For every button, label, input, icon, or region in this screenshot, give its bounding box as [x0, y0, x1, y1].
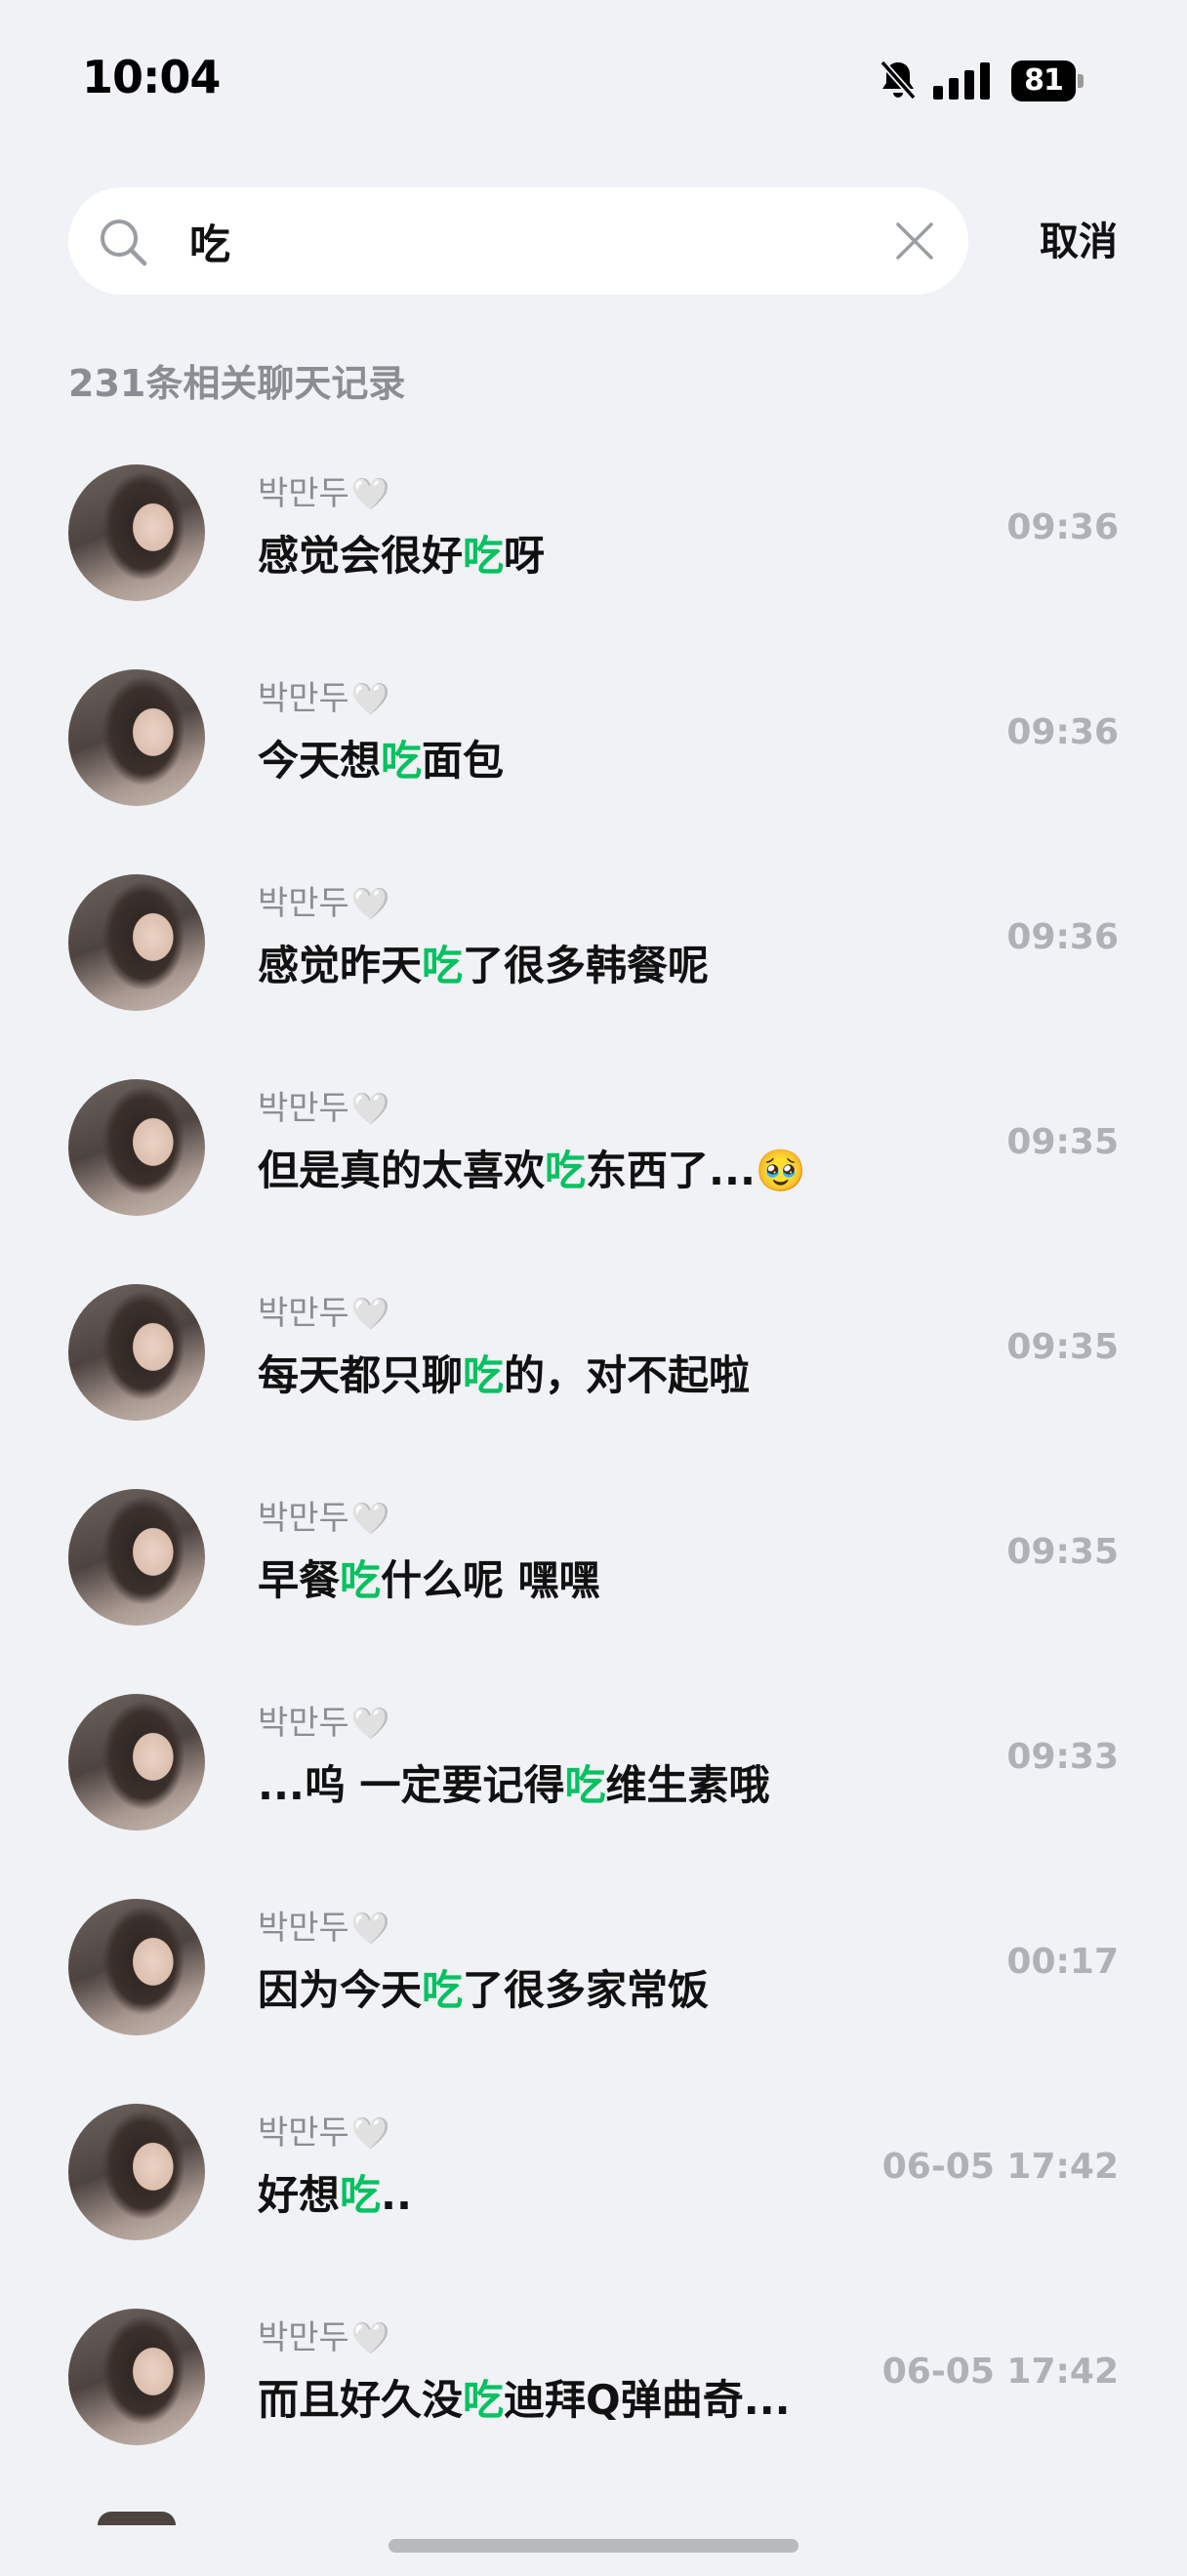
sender-name: 박만두🤍: [258, 1704, 390, 1743]
keyword-highlight: 吃: [340, 2171, 382, 2219]
sender-name: 박만두🤍: [258, 1909, 390, 1948]
avatar: [68, 1489, 205, 1626]
signal-icon: [933, 62, 992, 100]
list-item[interactable]: 박만두🤍 感觉昨天吃了很多韩餐呢 09:36: [0, 839, 1187, 1044]
keyword-highlight: 吃: [463, 2376, 505, 2424]
list-item[interactable]: 박만두🤍 感觉会很好吃呀 09:36: [0, 429, 1187, 634]
message-snippet: ...呜 一定要记得吃维生素哦: [258, 1761, 770, 1809]
avatar: [68, 669, 205, 806]
keyword-highlight: 吃: [545, 1147, 587, 1194]
search-input[interactable]: [189, 207, 834, 275]
search-icon: [101, 220, 147, 266]
sender-name: 박만두🤍: [258, 474, 390, 513]
sender-name: 박만두🤍: [258, 679, 390, 718]
keyword-highlight: 吃: [340, 1556, 382, 1604]
heart-icon: 🤍: [350, 1295, 390, 1332]
avatar: [68, 1899, 205, 2035]
heart-icon: 🤍: [350, 1090, 390, 1127]
sender-name: 박만두🤍: [258, 1294, 390, 1333]
keyword-highlight: 吃: [564, 1761, 606, 1809]
message-snippet: 今天想吃面包: [258, 737, 505, 785]
sender-name: 박만두🤍: [258, 2318, 390, 2357]
list-item[interactable]: 박만두🤍 ...呜 一定要记得吃维生素哦 09:33: [0, 1659, 1187, 1864]
heart-icon: 🤍: [350, 885, 390, 922]
message-snippet: 因为今天吃了很多家常饭: [258, 1966, 710, 2014]
avatar: [68, 2104, 205, 2240]
status-time: 10:04: [82, 51, 221, 103]
chat-search-screen: 10:04 81 取消 231条相关聊天记录: [0, 0, 1187, 2576]
battery-level: 81: [1024, 63, 1064, 98]
avatar: [68, 1079, 205, 1216]
message-time: 09:36: [1006, 712, 1119, 752]
message-snippet: 感觉会很好吃呀: [258, 532, 546, 580]
avatar: [68, 1284, 205, 1421]
heart-icon: 🤍: [350, 1910, 390, 1947]
search-bar[interactable]: [68, 187, 968, 295]
avatar: [68, 464, 205, 601]
keyword-highlight: 吃: [422, 1966, 464, 2014]
message-snippet: 早餐吃什么呢 嘿嘿: [258, 1556, 600, 1604]
home-indicator[interactable]: [389, 2539, 798, 2553]
bell-slash-icon: [880, 60, 917, 101]
heart-icon: 🤍: [350, 1705, 390, 1742]
heart-icon: 🤍: [350, 1500, 390, 1537]
heart-icon: 🤍: [350, 2319, 390, 2356]
list-item[interactable]: 박만두🤍 因为今天吃了很多家常饭 00:17: [0, 1864, 1187, 2069]
keyword-highlight: 吃: [381, 737, 423, 785]
list-item[interactable]: 박만두🤍 但是真的太喜欢吃东西了...🥹 09:35: [0, 1044, 1187, 1249]
heart-icon: 🤍: [350, 475, 390, 512]
message-snippet: 但是真的太喜欢吃东西了...🥹: [258, 1147, 807, 1194]
clear-icon[interactable]: [894, 221, 935, 262]
result-count: 231条相关聊天记录: [68, 362, 406, 405]
message-snippet: 好想吃..: [258, 2171, 412, 2219]
avatar: [68, 1694, 205, 1831]
search-results-list: 박만두🤍 感觉会很好吃呀 09:36 박만두🤍 今天想吃面包 09:36 박만두…: [0, 429, 1187, 2478]
message-time: 09:33: [1006, 1737, 1119, 1777]
status-bar: 10:04 81: [0, 0, 1187, 156]
message-time: 09:36: [1006, 917, 1119, 957]
sender-name: 박만두🤍: [258, 2113, 390, 2153]
avatar: [68, 874, 205, 1011]
message-time: 09:35: [1006, 1122, 1119, 1162]
keyword-highlight: 吃: [463, 532, 505, 580]
sender-name: 박만두🤍: [258, 1089, 390, 1128]
message-snippet: 而且好久没吃迪拜Q弹曲奇...: [258, 2376, 791, 2424]
list-item[interactable]: 박만두🤍 每天都只聊吃的，对不起啦 09:35: [0, 1249, 1187, 1454]
message-time: 09:36: [1006, 507, 1119, 547]
keyword-highlight: 吃: [463, 1351, 505, 1399]
list-item[interactable]: 박만두🤍 而且好久没吃迪拜Q弹曲奇... 06-05 17:42: [0, 2274, 1187, 2478]
message-snippet: 每天都只聊吃的，对不起啦: [258, 1351, 751, 1399]
message-time: 06-05 17:42: [881, 2352, 1119, 2392]
heart-icon: 🤍: [350, 680, 390, 717]
message-time: 06-05 17:42: [881, 2147, 1119, 2187]
avatar: [68, 2309, 205, 2445]
battery-icon: 81: [1011, 60, 1084, 101]
sender-name: 박만두🤍: [258, 1499, 390, 1538]
avatar-partial: [98, 2512, 176, 2525]
keyword-highlight: 吃: [422, 942, 464, 989]
message-time: 00:17: [1006, 1942, 1119, 1982]
heart-icon: 🤍: [350, 2114, 390, 2152]
message-snippet: 感觉昨天吃了很多韩餐呢: [258, 942, 710, 989]
list-item[interactable]: 박만두🤍 今天想吃面包 09:36: [0, 634, 1187, 839]
list-item[interactable]: 박만두🤍 早餐吃什么呢 嘿嘿 09:35: [0, 1454, 1187, 1659]
message-time: 09:35: [1006, 1327, 1119, 1367]
list-item[interactable]: 박만두🤍 好想吃.. 06-05 17:42: [0, 2069, 1187, 2274]
message-time: 09:35: [1006, 1532, 1119, 1572]
sender-name: 박만두🤍: [258, 884, 390, 923]
cancel-button[interactable]: 取消: [1015, 213, 1142, 271]
